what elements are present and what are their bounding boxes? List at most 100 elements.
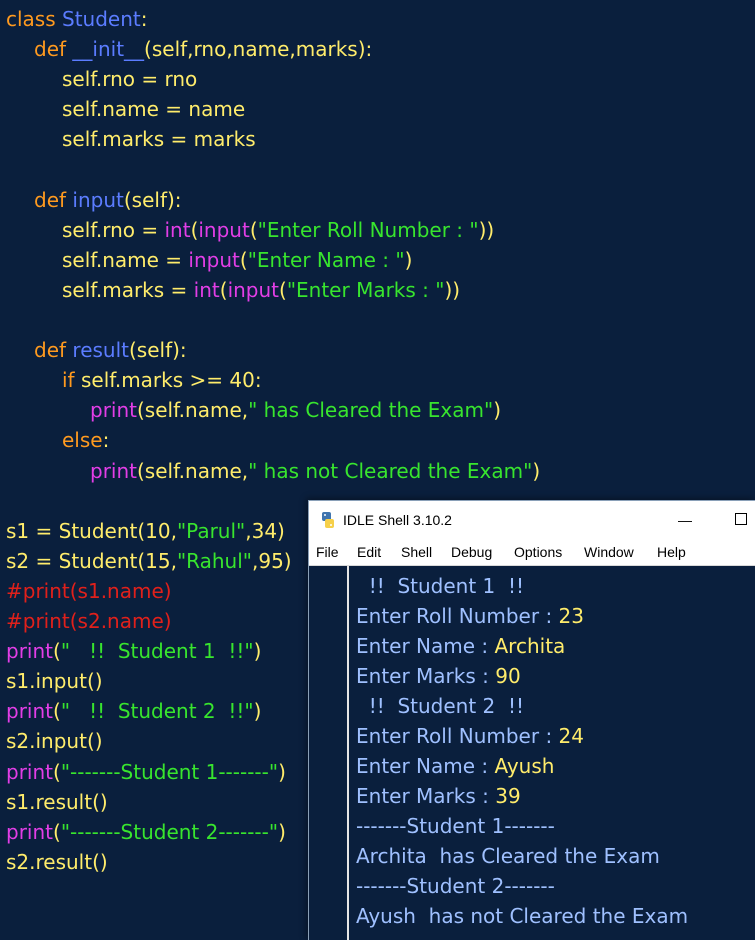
code-token: (self): <box>129 338 187 363</box>
code-token: Student <box>58 518 138 543</box>
user-input-value: 24 <box>558 724 584 748</box>
shell-text: !! Student 2 !! <box>356 694 525 718</box>
shell-line: -------Student 1------- <box>356 811 555 841</box>
shell-text: Ayush has not Cleared the Exam <box>356 904 689 928</box>
code-line: print(self.name," has not Cleared the Ex… <box>90 456 540 486</box>
shell-line: -------Student 2------- <box>356 871 555 901</box>
code-token: result <box>72 338 129 363</box>
shell-text: Enter Name : <box>356 634 495 658</box>
code-token: Student <box>58 548 138 573</box>
code-token: Student <box>62 7 141 31</box>
code-token: self.rno = rno <box>62 67 198 92</box>
code-token: s1.input() <box>6 669 103 694</box>
code-line: self.marks = int(input("Enter Marks : ")… <box>62 275 460 305</box>
code-token: ) <box>493 398 501 423</box>
shell-text: Enter Marks : <box>356 664 496 688</box>
code-token: self.marks >= 40: <box>80 368 262 393</box>
code-token: "Enter Marks : " <box>286 277 445 302</box>
code-line: s2.input() <box>6 726 103 756</box>
code-token: input <box>198 217 250 242</box>
code-line: self.rno = int(input("Enter Roll Number … <box>62 215 494 245</box>
code-token: def <box>34 338 73 363</box>
code-token: ,95) <box>252 548 292 573</box>
shell-line: Enter Roll Number : 24 <box>356 721 584 751</box>
menu-window[interactable]: Window <box>584 543 634 561</box>
code-token: ) <box>404 247 413 272</box>
idle-shell-window[interactable]: IDLE Shell 3.10.2 — File Edit Shell Debu… <box>308 500 755 940</box>
code-token: else <box>62 428 103 453</box>
menu-options[interactable]: Options <box>514 543 562 561</box>
code-token: "Rahul" <box>176 548 252 573</box>
shell-line: Enter Marks : 39 <box>356 781 521 811</box>
shell-line: Enter Name : Ayush <box>356 751 554 781</box>
shell-line: Enter Marks : 90 <box>356 661 521 691</box>
python-icon <box>322 512 334 528</box>
menu-file[interactable]: File <box>316 543 339 561</box>
code-token: input <box>227 277 280 302</box>
code-token: (self.name, <box>137 458 249 483</box>
code-token: def <box>34 37 73 62</box>
code-line: else: <box>62 425 109 455</box>
code-token: (self): <box>123 187 182 212</box>
code-token: (15, <box>137 548 177 573</box>
code-token: self.name = <box>62 247 189 272</box>
code-line: s1.result() <box>6 787 108 817</box>
minimize-button[interactable]: — <box>673 509 697 531</box>
code-token: print <box>6 759 53 784</box>
shell-text: Enter Marks : <box>356 784 496 808</box>
code-line: s1 = Student(10,"Parul",34) <box>6 516 285 546</box>
code-token: s1 = <box>6 518 59 543</box>
window-title: IDLE Shell 3.10.2 <box>343 512 452 528</box>
code-line: s2.result() <box>6 847 108 877</box>
code-token: "Parul" <box>176 518 246 543</box>
code-token: ( <box>219 277 228 302</box>
user-input-value: Archita <box>494 634 566 658</box>
code-line: if self.marks >= 40: <box>62 365 262 395</box>
shell-text: -------Student 1------- <box>356 814 555 838</box>
code-token: s2.result() <box>6 849 108 874</box>
maximize-button[interactable] <box>735 513 747 525</box>
code-token: input <box>188 247 240 272</box>
code-line: def __init__(self,rno,name,marks): <box>34 34 372 64</box>
user-input-value: 39 <box>495 784 521 808</box>
code-line: s2 = Student(15,"Rahul",95) <box>6 546 292 576</box>
code-token: ( <box>53 699 61 724</box>
shell-line-gutter <box>309 566 349 940</box>
code-token: __init__ <box>72 37 145 62</box>
code-token: ) <box>532 458 541 483</box>
user-input-value: 23 <box>558 604 584 628</box>
code-token: int <box>193 277 220 302</box>
code-token: self.rno = <box>62 217 165 242</box>
screenshot-root: class Student: def __init__(self,rno,name… <box>0 0 755 940</box>
code-token: ( <box>239 247 248 272</box>
shell-line: Archita has Cleared the Exam <box>356 841 660 871</box>
code-line: def result(self): <box>34 335 187 365</box>
code-token: : <box>140 7 148 31</box>
code-token: )) <box>444 277 461 302</box>
code-token: print <box>6 699 53 724</box>
code-token: ( <box>53 819 61 844</box>
shell-line: Ayush has not Cleared the Exam <box>356 901 688 931</box>
code-line: self.name = name <box>62 94 245 124</box>
menu-shell[interactable]: Shell <box>401 543 432 561</box>
menu-debug[interactable]: Debug <box>451 543 492 561</box>
code-token: self.name = name <box>62 97 246 122</box>
shell-line: Enter Name : Archita <box>356 631 565 661</box>
code-line: self.name = input("Enter Name : ") <box>62 245 412 275</box>
shell-line: !! Student 1 !! <box>356 571 524 601</box>
code-line: print(" !! Student 1 !!") <box>6 636 261 666</box>
code-token: s2.input() <box>6 729 103 754</box>
title-bar[interactable]: IDLE Shell 3.10.2 — <box>309 501 755 539</box>
code-token: ( <box>53 639 61 664</box>
code-token: self.marks = marks <box>62 127 256 152</box>
menu-edit[interactable]: Edit <box>357 543 381 561</box>
code-token: print <box>90 458 137 483</box>
code-token: def <box>34 187 73 212</box>
code-token: "Enter Name : " <box>247 247 405 272</box>
code-token: " has not Cleared the Exam" <box>248 458 533 483</box>
code-token: self.marks = <box>62 277 194 302</box>
menu-help[interactable]: Help <box>657 543 686 561</box>
user-input-value: 90 <box>495 664 521 688</box>
code-line: #print(s2.name) <box>6 606 172 636</box>
code-token: ( <box>279 277 287 302</box>
